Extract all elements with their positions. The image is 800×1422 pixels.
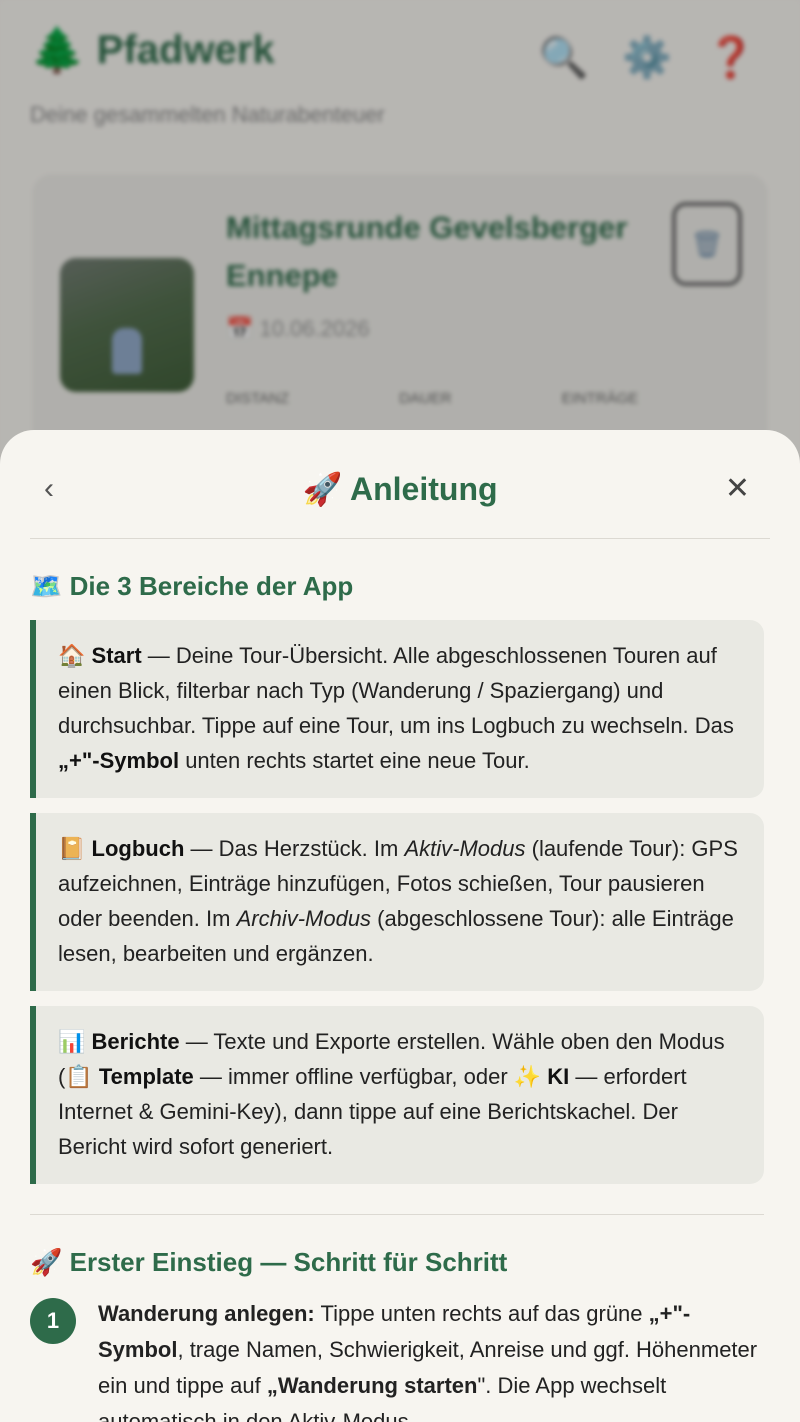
section-title-getting-started: 🚀 Erster Einstieg — Schritt für Schritt bbox=[30, 1247, 508, 1277]
close-button[interactable]: ✕ bbox=[725, 474, 750, 504]
step-text: Wanderung anlegen: Tippe unten rechts au… bbox=[98, 1301, 758, 1422]
card-name: Berichte bbox=[91, 1029, 180, 1054]
section-title-areas: 🗺️ Die 3 Bereiche der App bbox=[30, 571, 354, 601]
divider bbox=[30, 1214, 764, 1215]
step-item: 1 Wanderung anlegen: Tippe unten rechts … bbox=[30, 1296, 764, 1422]
sheet-header: ‹ 🚀 Anleitung ✕ bbox=[30, 430, 770, 539]
info-card-berichte: 📊 Berichte — Texte und Exporte erstellen… bbox=[30, 1006, 764, 1184]
info-card-logbuch: 📔 Logbuch — Das Herzstück. Im Aktiv-Modu… bbox=[30, 813, 764, 991]
notebook-icon: 📔 bbox=[58, 836, 86, 861]
chart-icon: 📊 bbox=[58, 1029, 86, 1054]
card-name: Start bbox=[91, 643, 142, 668]
card-name: Logbuch bbox=[91, 836, 185, 861]
house-icon: 🏠 bbox=[58, 643, 86, 668]
sheet-title: 🚀 Anleitung bbox=[302, 471, 498, 507]
info-card-start: 🏠 Start — Deine Tour-Übersicht. Alle abg… bbox=[30, 620, 764, 798]
guide-sheet: ‹ 🚀 Anleitung ✕ 🗺️ Die 3 Bereiche der Ap… bbox=[0, 430, 800, 1422]
step-number-badge: 1 bbox=[30, 1298, 76, 1344]
